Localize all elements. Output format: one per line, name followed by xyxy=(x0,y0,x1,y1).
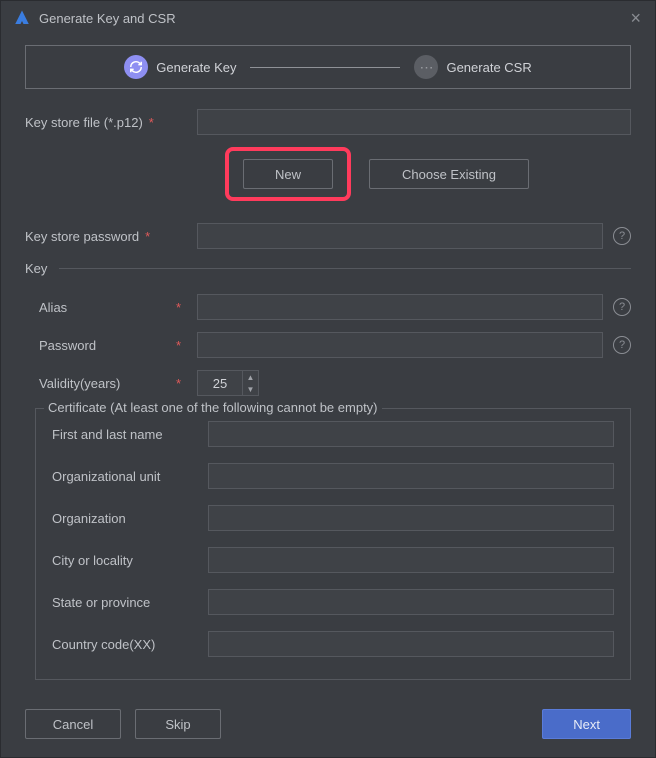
label-validity: Validity(years) * xyxy=(25,376,197,391)
step-generate-key: Generate Key xyxy=(124,55,236,79)
row-organization: Organization xyxy=(52,505,614,531)
window-title: Generate Key and CSR xyxy=(39,11,176,26)
certificate-fieldset: Certificate (At least one of the followi… xyxy=(35,408,631,680)
label-password: Password * xyxy=(25,338,197,353)
state-input[interactable] xyxy=(208,589,614,615)
highlight-new-button: New xyxy=(225,147,351,201)
label-organization: Organization xyxy=(52,511,208,526)
app-logo-icon xyxy=(13,9,31,27)
label-first-last: First and last name xyxy=(52,427,208,442)
label-keystore-password: Key store password * xyxy=(25,229,197,244)
country-input[interactable] xyxy=(208,631,614,657)
validity-spinner[interactable]: 25 ▲ ▼ xyxy=(197,370,259,396)
required-marker: * xyxy=(145,229,150,244)
row-keystore-file: Key store file (*.p12) * xyxy=(25,109,631,135)
keystore-file-input[interactable] xyxy=(197,109,631,135)
row-first-last: First and last name xyxy=(52,421,614,447)
row-alias: Alias * ? xyxy=(25,294,631,320)
required-marker: * xyxy=(176,300,181,315)
titlebar: Generate Key and CSR × xyxy=(1,1,655,35)
skip-button[interactable]: Skip xyxy=(135,709,221,739)
validity-value: 25 xyxy=(198,376,242,391)
content-area: Generate Key ⋯ Generate CSR Key store fi… xyxy=(1,35,655,697)
step2-label: Generate CSR xyxy=(446,60,531,75)
stepper: Generate Key ⋯ Generate CSR xyxy=(25,45,631,89)
required-marker: * xyxy=(176,376,181,391)
step1-label: Generate Key xyxy=(156,60,236,75)
row-keystore-password: Key store password * ? xyxy=(25,223,631,249)
row-state: State or province xyxy=(52,589,614,615)
dialog-window: Generate Key and CSR × Generate Key ⋯ G xyxy=(0,0,656,758)
keystore-buttons: New Choose Existing xyxy=(225,147,631,201)
certificate-legend: Certificate (At least one of the followi… xyxy=(44,400,382,415)
keystore-password-input[interactable] xyxy=(197,223,603,249)
organization-input[interactable] xyxy=(208,505,614,531)
required-marker: * xyxy=(176,338,181,353)
cancel-button[interactable]: Cancel xyxy=(25,709,121,739)
city-input[interactable] xyxy=(208,547,614,573)
row-country: Country code(XX) xyxy=(52,631,614,657)
footer: Cancel Skip Next xyxy=(1,697,655,757)
key-section-label: Key xyxy=(25,261,47,276)
label-country: Country code(XX) xyxy=(52,637,208,652)
help-icon[interactable]: ? xyxy=(613,227,631,245)
dots-icon: ⋯ xyxy=(414,55,438,79)
row-org-unit: Organizational unit xyxy=(52,463,614,489)
first-last-input[interactable] xyxy=(208,421,614,447)
label-org-unit: Organizational unit xyxy=(52,469,208,484)
row-validity: Validity(years) * 25 ▲ ▼ xyxy=(25,370,631,396)
key-section-header: Key xyxy=(25,261,631,276)
spinner-up-icon[interactable]: ▲ xyxy=(243,371,258,383)
help-icon[interactable]: ? xyxy=(613,336,631,354)
label-city: City or locality xyxy=(52,553,208,568)
label-state: State or province xyxy=(52,595,208,610)
label-alias: Alias * xyxy=(25,300,197,315)
step-generate-csr: ⋯ Generate CSR xyxy=(414,55,531,79)
spinner-down-icon[interactable]: ▼ xyxy=(243,383,258,395)
label-keystore-file: Key store file (*.p12) * xyxy=(25,115,197,130)
required-marker: * xyxy=(149,115,154,130)
stepper-connector xyxy=(250,67,400,68)
new-button[interactable]: New xyxy=(243,159,333,189)
org-unit-input[interactable] xyxy=(208,463,614,489)
row-password: Password * ? xyxy=(25,332,631,358)
row-city: City or locality xyxy=(52,547,614,573)
next-button[interactable]: Next xyxy=(542,709,631,739)
close-icon[interactable]: × xyxy=(630,9,641,27)
choose-existing-button[interactable]: Choose Existing xyxy=(369,159,529,189)
refresh-icon xyxy=(124,55,148,79)
help-icon[interactable]: ? xyxy=(613,298,631,316)
key-password-input[interactable] xyxy=(197,332,603,358)
alias-input[interactable] xyxy=(197,294,603,320)
